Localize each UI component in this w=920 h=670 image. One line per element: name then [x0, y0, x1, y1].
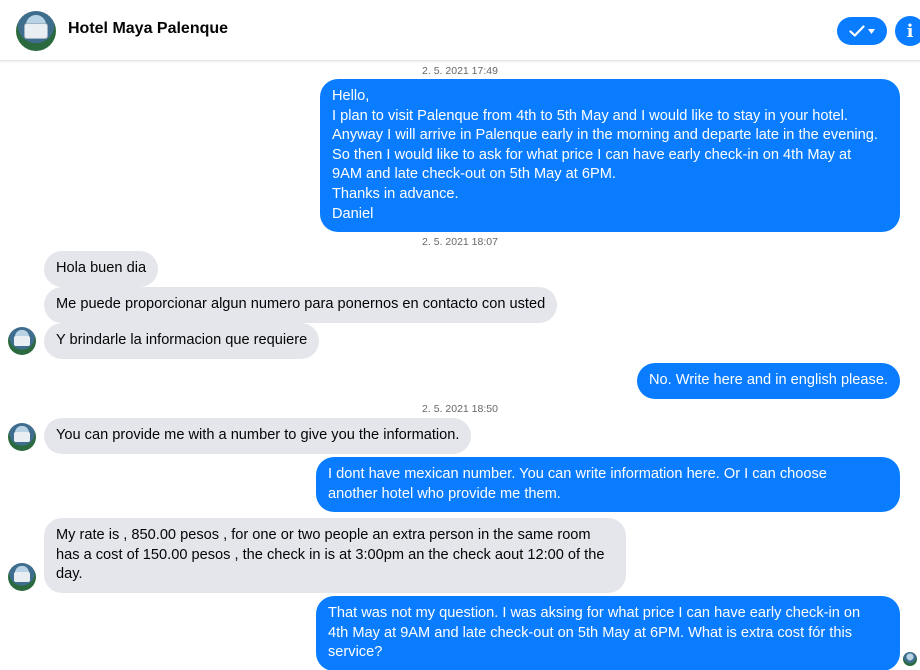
message-line: 9AM and late check-out on 5th May at 6PM…	[332, 166, 616, 183]
timestamp: 2. 5. 2021 18:50	[422, 403, 498, 415]
incoming-message[interactable]: Y brindarle la informacion que requiere	[44, 323, 320, 359]
message-line: Daniel	[332, 205, 374, 222]
message-line: No. Write here and in english please.	[648, 372, 888, 388]
message-line: Hola buen dia	[56, 260, 147, 276]
timestamp: 2. 5. 2021 17:49	[422, 65, 498, 77]
timestamp: 2. 5. 2021 18:07	[422, 236, 498, 248]
hotel-avatar[interactable]	[8, 327, 36, 355]
message-line: 4th May at 9AM and late check-out on 5th…	[328, 624, 852, 641]
message-line: My rate is , 850.00 pesos , for one or t…	[56, 527, 591, 543]
outgoing-message[interactable]: Hello, I plan to visit Palenque from 4th…	[320, 79, 900, 233]
message-line: You can provide me with a number to give…	[56, 427, 460, 443]
message-line: has a cost of 150.00 pesos , the check i…	[56, 546, 605, 563]
message-line: Anyway I will arrive in Palenque early i…	[332, 127, 878, 144]
incoming-message[interactable]: Hola buen dia	[44, 251, 159, 287]
info-icon[interactable]: i	[895, 16, 920, 46]
message-line: service?	[328, 644, 383, 661]
outgoing-message[interactable]: I dont have mexican number. You can writ…	[316, 457, 900, 513]
message-line: I plan to visit Palenque from 4th to 5th…	[332, 107, 848, 124]
message-line: Hello,	[332, 88, 370, 104]
hotel-avatar[interactable]	[16, 11, 56, 51]
message-line: day.	[56, 566, 83, 583]
seen-avatar	[903, 652, 917, 666]
outgoing-message[interactable]: That was not my question. I was aksing f…	[316, 596, 900, 670]
incoming-message[interactable]: Me puede proporcionar algun numero para …	[44, 287, 558, 323]
message-line: I dont have mexican number. You can writ…	[328, 466, 827, 482]
check-icon	[849, 25, 865, 37]
incoming-message[interactable]: My rate is , 850.00 pesos , for one or t…	[44, 518, 626, 593]
message-line: That was not my question. I was aksing f…	[328, 605, 861, 621]
message-line: Me puede proporcionar algun numero para …	[56, 296, 546, 312]
message-line: So then I would like to ask for what pri…	[332, 146, 852, 163]
hotel-avatar[interactable]	[8, 563, 36, 591]
mark-as-read-button[interactable]	[837, 17, 887, 45]
outgoing-message[interactable]: No. Write here and in english please.	[636, 363, 900, 399]
message-line: Y brindarle la informacion que requiere	[56, 332, 308, 348]
chevron-down-icon	[868, 28, 875, 34]
message-line: another hotel who provide me them.	[328, 485, 561, 502]
conversation-title[interactable]: Hotel Maya Palenque	[68, 20, 228, 38]
message-line: Thanks in advance.	[332, 185, 459, 202]
conversation-header: Hotel Maya Palenque i	[0, 0, 920, 61]
incoming-message[interactable]: You can provide me with a number to give…	[44, 418, 472, 454]
hotel-avatar[interactable]	[8, 423, 36, 451]
